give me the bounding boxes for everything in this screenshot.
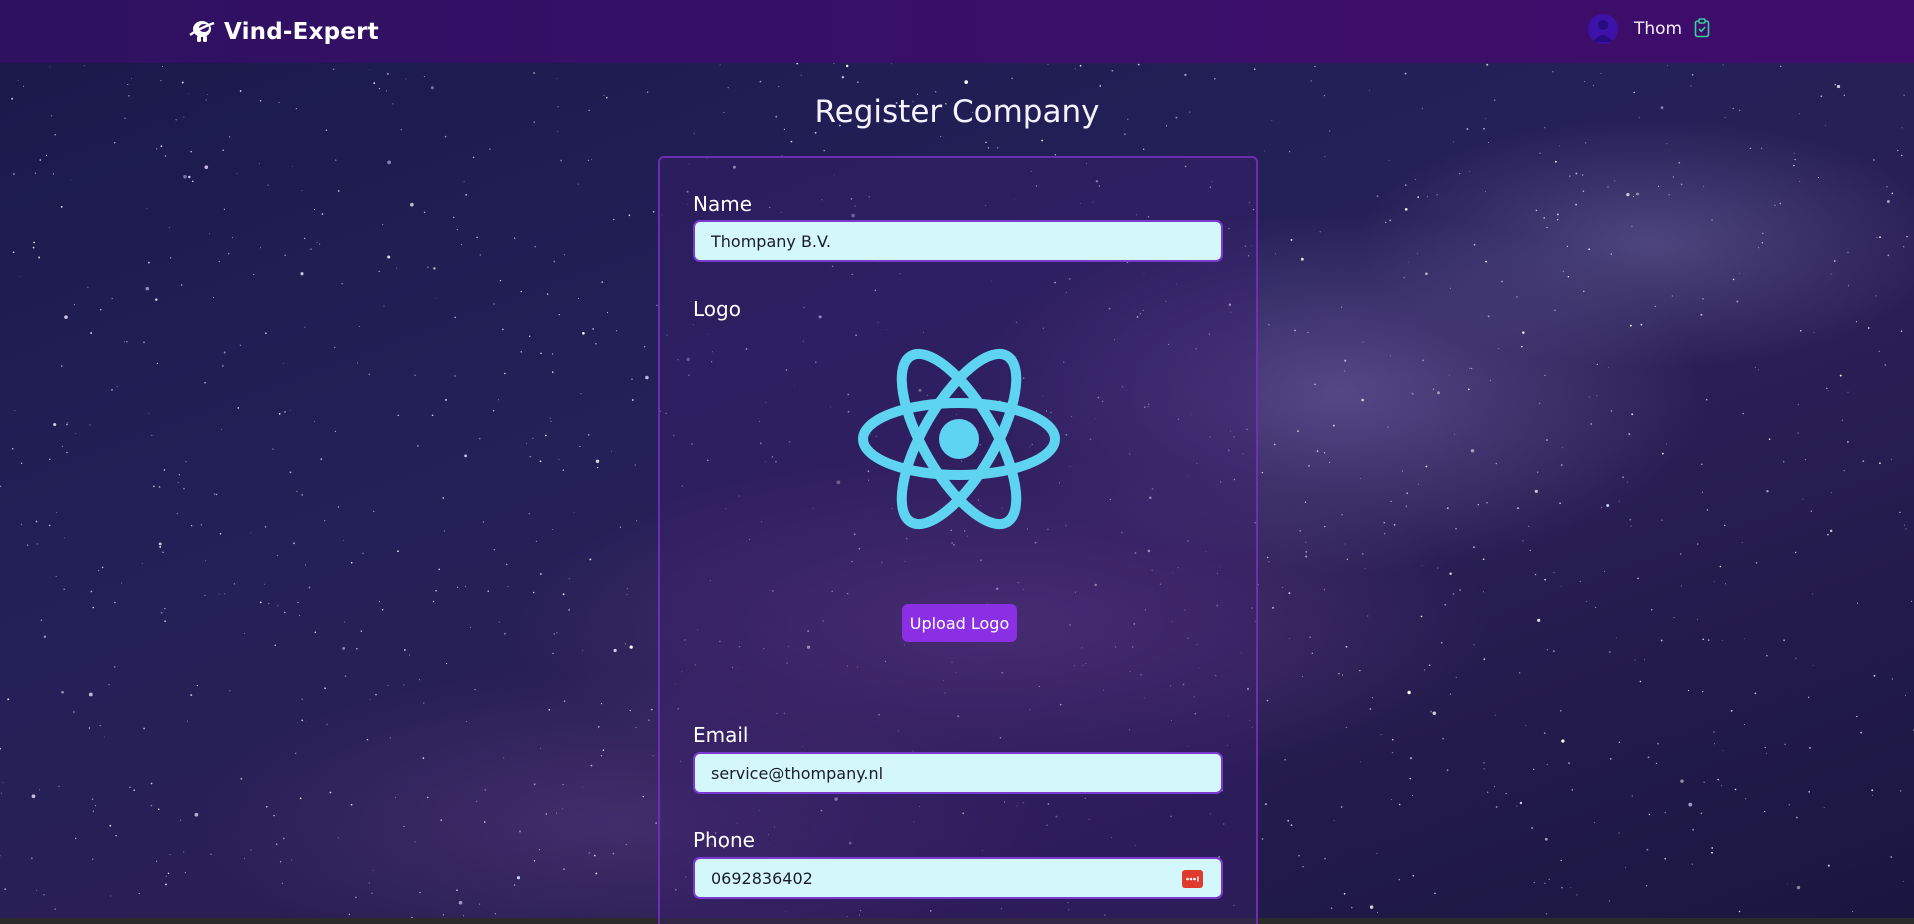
brand-name: Vind-Expert	[224, 19, 379, 45]
password-manager-icon[interactable]	[1182, 870, 1203, 888]
phone-input[interactable]	[693, 857, 1223, 899]
email-input[interactable]	[693, 752, 1223, 794]
phone-label: Phone	[693, 828, 755, 852]
brand-link[interactable]: Vind-Expert	[188, 17, 379, 47]
logo-label: Logo	[693, 297, 741, 321]
name-input[interactable]	[693, 220, 1223, 262]
user-avatar-icon[interactable]	[1588, 14, 1618, 44]
atom-logo-icon	[858, 340, 1060, 542]
email-label: Email	[693, 723, 749, 747]
user-menu[interactable]: Thom	[1588, 14, 1710, 44]
top-navbar: Vind-Expert Thom	[0, 0, 1914, 63]
register-company-form: Name Logo Upload Logo Email Phone	[658, 156, 1258, 924]
clipboard-check-icon[interactable]	[1694, 18, 1710, 42]
upload-logo-button[interactable]: Upload Logo	[902, 604, 1017, 642]
astronaut-logo-icon	[188, 17, 216, 47]
name-label: Name	[693, 192, 753, 216]
user-name[interactable]: Thom	[1634, 19, 1682, 39]
page-title: Register Company	[814, 94, 1100, 130]
